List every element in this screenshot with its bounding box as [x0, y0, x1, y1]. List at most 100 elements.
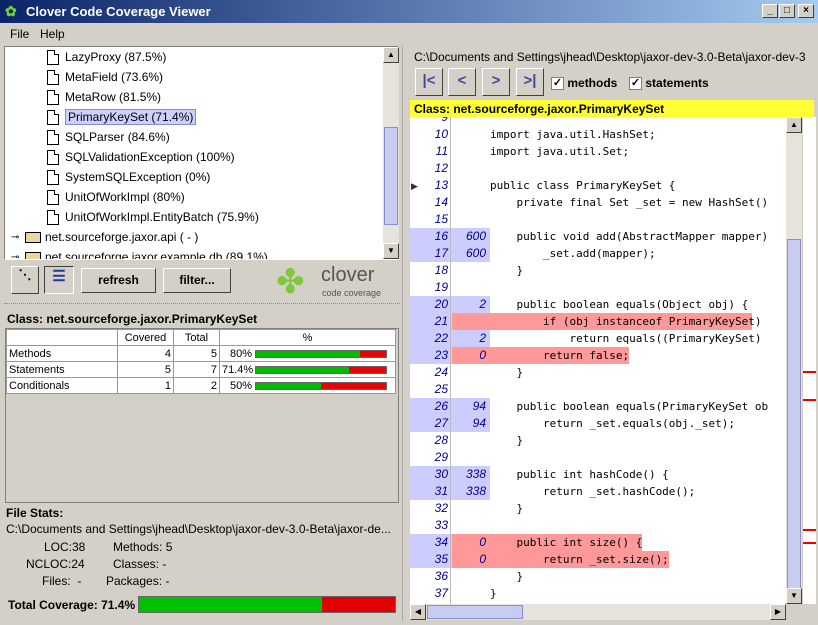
- file-icon: [47, 210, 59, 226]
- tree-class-node[interactable]: MetaRow (81.5%): [47, 87, 161, 107]
- source-line: 11 import java.util.Set;: [410, 143, 786, 160]
- tree-view-button[interactable]: ⋱: [11, 266, 39, 294]
- source-line: 9: [410, 117, 786, 126]
- metric-name: Conditionals: [6, 377, 118, 394]
- scroll-down-arrow-icon[interactable]: ▼: [786, 588, 802, 604]
- line-number: 14: [434, 195, 448, 209]
- scroll-left-arrow-icon[interactable]: ◀: [410, 604, 426, 620]
- hit-count: [452, 194, 490, 211]
- hit-count: [452, 117, 490, 126]
- code-text: }: [490, 434, 524, 447]
- tree-class-node[interactable]: SystemSQLException (0%): [47, 167, 210, 187]
- code-text: public boolean equals(Object obj) {: [490, 298, 749, 311]
- files-stat: Files: -: [42, 574, 82, 588]
- covered-cell: 5: [117, 361, 174, 378]
- source-hscroll-thumb[interactable]: [427, 605, 523, 619]
- menu-help[interactable]: Help: [40, 27, 65, 41]
- scroll-up-arrow-icon[interactable]: ▲: [383, 47, 399, 63]
- tree-class-node[interactable]: LazyProxy (87.5%): [47, 47, 166, 67]
- table-header: Covered: [117, 329, 174, 346]
- coverage-overview-strip: [803, 117, 816, 604]
- tree-package-node[interactable]: ⊸ net.sourceforge.jaxor.example.db (89.1%…: [11, 247, 268, 259]
- close-button[interactable]: ×: [798, 4, 814, 18]
- line-number: 28: [434, 433, 448, 447]
- classes-stat: Classes: -: [113, 557, 167, 571]
- class-stats-table: Covered Total % Methods 4 5 80% Statements 5…: [6, 329, 396, 394]
- splitter-horizontal[interactable]: [4, 303, 400, 308]
- table-row: Methods 4 5 80%: [6, 345, 396, 362]
- list-view-button[interactable]: ☰: [44, 266, 74, 294]
- hit-count: 0: [452, 534, 490, 551]
- scroll-right-arrow-icon[interactable]: ▶: [770, 604, 786, 620]
- statements-checkbox[interactable]: ✓ statements: [629, 76, 709, 91]
- tree-node-label: SystemSQLException (0%): [65, 170, 211, 184]
- tree-class-node[interactable]: MetaField (73.6%): [47, 67, 163, 87]
- source-code-view[interactable]: 9 10 import java.util.HashSet; 11 import jav…: [410, 117, 786, 604]
- tree-class-node[interactable]: UnitOfWorkImpl.EntityBatch (75.9%): [47, 207, 259, 227]
- expand-handle-icon[interactable]: ⊸: [11, 232, 23, 242]
- tree-class-node[interactable]: PrimaryKeySet (71.4%): [47, 107, 197, 127]
- first-button[interactable]: |<: [415, 68, 443, 96]
- percent-cell: 50%: [219, 377, 396, 394]
- menu-file[interactable]: File: [10, 27, 29, 41]
- tree-scroll-thumb[interactable]: [384, 127, 398, 225]
- source-vscrollbar[interactable]: ▲ ▼: [786, 117, 802, 604]
- source-line: 25: [410, 381, 786, 398]
- package-tree[interactable]: LazyProxy (87.5%) MetaField (73.6%) MetaRo…: [4, 46, 399, 260]
- uncovered-marker: [803, 399, 816, 401]
- next-button[interactable]: >: [482, 68, 510, 96]
- table-row: Conditionals 1 2 50%: [6, 377, 396, 394]
- source-line: 26 94 public boolean equals(PrimaryKeySet…: [410, 398, 786, 415]
- filter-button[interactable]: filter...: [163, 268, 231, 293]
- tree-scrollbar[interactable]: ▲ ▼: [383, 47, 399, 259]
- hit-count: [452, 432, 490, 449]
- source-line: 22 2 return equals((PrimaryKeySet): [410, 330, 786, 347]
- tree-node-label: UnitOfWorkImpl.EntityBatch (75.9%): [65, 210, 259, 224]
- packages-stat: Packages: -: [106, 574, 170, 588]
- previous-button[interactable]: <: [448, 68, 476, 96]
- statements-label: statements: [645, 76, 709, 90]
- last-button[interactable]: >|: [516, 68, 544, 96]
- percent-cell: 71.4%: [219, 361, 396, 378]
- scroll-up-arrow-icon[interactable]: ▲: [786, 117, 802, 133]
- tree-class-node[interactable]: SQLParser (84.6%): [47, 127, 170, 147]
- scroll-down-arrow-icon[interactable]: ▼: [383, 243, 399, 259]
- coverage-bar: [255, 349, 388, 358]
- expand-handle-icon[interactable]: ⊸: [11, 252, 23, 259]
- code-text: }: [490, 264, 524, 277]
- tree-class-node[interactable]: UnitOfWorkImpl (80%): [47, 187, 185, 207]
- percent-cell: 80%: [219, 345, 396, 362]
- ncloc-stat: NCLOC:24: [26, 557, 85, 571]
- source-path: C:\Documents and Settings\jhead\Desktop\…: [414, 50, 806, 64]
- maximize-button[interactable]: □: [779, 4, 795, 18]
- tree-node-label: SQLParser (84.6%): [65, 130, 170, 144]
- refresh-button[interactable]: refresh: [81, 268, 156, 293]
- source-scroll-thumb[interactable]: [787, 239, 801, 589]
- hit-count: [452, 211, 490, 228]
- file-icon: [47, 70, 59, 86]
- source-line: 36 }: [410, 568, 786, 585]
- hit-count: 338: [452, 466, 490, 483]
- minimize-button[interactable]: _: [762, 4, 778, 18]
- line-number: 22: [410, 330, 452, 347]
- clover-logo-text: clover: [321, 264, 375, 286]
- code-text: return false;: [490, 347, 630, 364]
- splitter-vertical[interactable]: [402, 46, 407, 621]
- tree-class-node[interactable]: SQLValidationException (100%): [47, 147, 235, 167]
- tree-package-node[interactable]: ⊸ net.sourceforge.jaxor.api ( - ): [11, 227, 198, 247]
- hit-count: [452, 517, 490, 534]
- line-number: 33: [434, 518, 448, 532]
- tree-node-label: SQLValidationException (100%): [65, 150, 235, 164]
- source-hscrollbar[interactable]: ◀ ▶: [410, 604, 786, 620]
- line-number: 24: [434, 365, 448, 379]
- methods-checkbox[interactable]: ✓ methods: [551, 76, 617, 91]
- source-line: 18 }: [410, 262, 786, 279]
- source-line: 37}: [410, 585, 786, 602]
- source-line: 27 94 return _set.equals(obj._set);: [410, 415, 786, 432]
- line-number: 21: [410, 313, 452, 330]
- code-text: _set.add(mapper);: [490, 247, 656, 260]
- code-text: public class PrimaryKeySet {: [490, 179, 676, 192]
- source-class-header: Class: net.sourceforge.jaxor.PrimaryKeyS…: [410, 100, 814, 118]
- source-line: 24 }: [410, 364, 786, 381]
- source-line: 31 338 return _set.hashCode();: [410, 483, 786, 500]
